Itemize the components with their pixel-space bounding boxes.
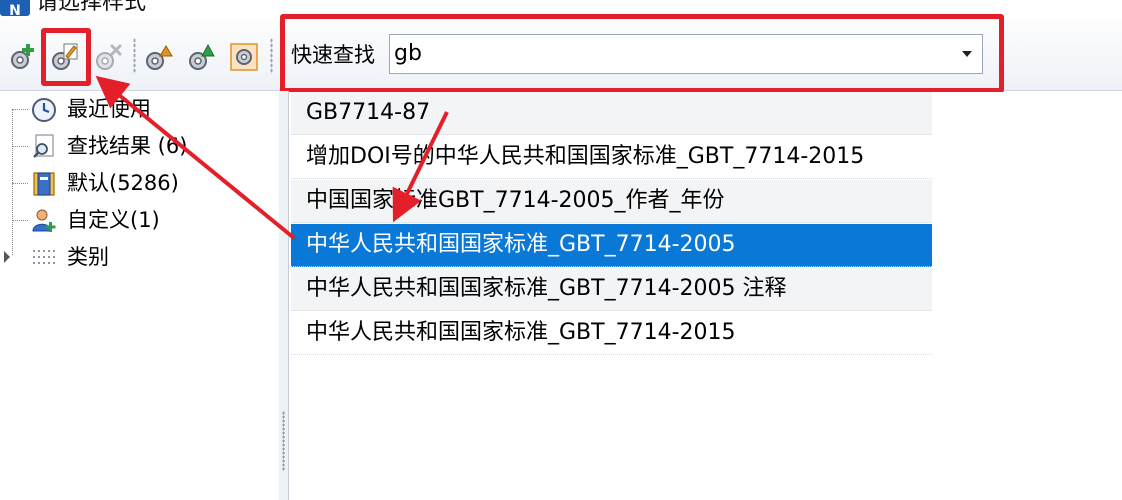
tree-connector: [12, 183, 28, 185]
tree-item-recent[interactable]: 最近使用: [0, 91, 275, 127]
style-name: 中国国家标准GBT_7714-2005_作者_年份: [306, 188, 725, 213]
window-title: 请选择样式: [36, 0, 147, 15]
tree-item-category[interactable]: 类别: [0, 239, 275, 275]
toolbar-separator: [270, 38, 273, 74]
chevron-right-icon[interactable]: [4, 251, 10, 263]
style-settings-icon[interactable]: [227, 40, 261, 74]
tree-connector: [12, 220, 28, 222]
quick-search-input[interactable]: gb: [394, 39, 422, 69]
style-list-item[interactable]: 中国国家标准GBT_7714-2005_作者_年份: [291, 180, 932, 223]
toolbar: 快速查找 gb: [0, 18, 1122, 91]
style-list-item[interactable]: 增加DOI号的中华人民共和国国家标准_GBT_7714-2015: [291, 136, 932, 179]
style-list-item[interactable]: 中华人民共和国国家标准_GBT_7714-2015: [291, 312, 932, 355]
tree-item-label: 默认(5286): [67, 171, 179, 195]
splitter-grip[interactable]: [282, 411, 285, 471]
tree-item-default[interactable]: 默认(5286): [0, 165, 275, 201]
category-grid-icon: [30, 244, 58, 272]
tree-item-label: 最近使用: [67, 97, 151, 121]
category-tree: 最近使用 查找结果 (6) 默认(5286) 自定义(1) 类别: [0, 91, 280, 500]
clock-icon: [30, 96, 58, 124]
quick-search-label: 快速查找: [291, 43, 375, 67]
chevron-down-icon[interactable]: [962, 51, 972, 57]
delete-style-icon[interactable]: [92, 40, 126, 74]
search-result-icon: [30, 133, 58, 161]
import-style-icon[interactable]: [142, 40, 176, 74]
export-style-icon[interactable]: [185, 40, 219, 74]
style-name: 中华人民共和国国家标准_GBT_7714-2005 注释: [306, 276, 787, 301]
toolbar-separator: [133, 38, 136, 74]
pane-splitter[interactable]: [279, 91, 289, 500]
tree-item-label: 查找结果 (6): [67, 134, 188, 158]
style-name: 增加DOI号的中华人民共和国国家标准_GBT_7714-2015: [306, 144, 865, 169]
style-list: GB7714-87 增加DOI号的中华人民共和国国家标准_GBT_7714-20…: [289, 92, 1122, 500]
book-icon: [30, 170, 58, 198]
tree-item-search-results[interactable]: 查找结果 (6): [0, 128, 275, 164]
user-add-icon: [30, 207, 58, 235]
tree-item-label: 自定义(1): [67, 208, 160, 232]
style-list-item[interactable]: GB7714-87: [291, 92, 932, 135]
tree-item-label: 类别: [67, 245, 109, 269]
app-logo-icon: N: [0, 0, 30, 18]
quick-search-combobox[interactable]: gb: [389, 34, 983, 74]
tree-item-custom[interactable]: 自定义(1): [0, 202, 275, 238]
tree-connector: [12, 146, 28, 148]
add-style-icon[interactable]: [6, 40, 40, 74]
style-list-item-selected[interactable]: 中华人民共和国国家标准_GBT_7714-2005: [291, 224, 932, 267]
title-bar: N 请选择样式: [0, 0, 1122, 18]
style-name: GB7714-87: [306, 100, 431, 125]
style-name: 中华人民共和国国家标准_GBT_7714-2015: [306, 320, 736, 345]
edit-style-icon[interactable]: [48, 40, 82, 74]
tree-connector: [12, 109, 28, 111]
style-list-item[interactable]: 中华人民共和国国家标准_GBT_7714-2005 注释: [291, 268, 932, 311]
style-name: 中华人民共和国国家标准_GBT_7714-2005: [306, 232, 736, 257]
